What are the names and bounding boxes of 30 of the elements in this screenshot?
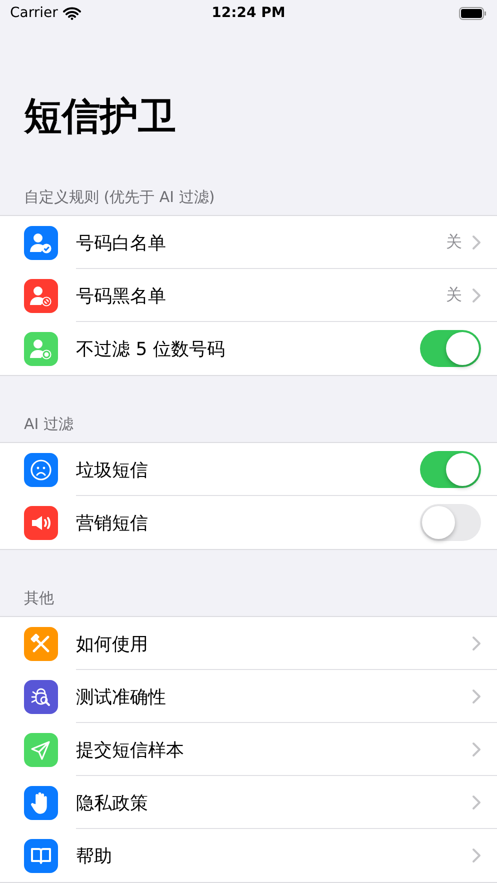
chevron-icon — [472, 288, 481, 303]
row-label[interactable]: 测试准确性 — [76, 684, 472, 708]
row-label[interactable]: 隐私政策 — [76, 790, 472, 814]
wifi-icon — [62, 6, 81, 20]
row-label[interactable]: 提交短信样本 — [76, 738, 472, 762]
row-label[interactable]: 如何使用 — [76, 632, 472, 656]
row-value: 关 — [446, 232, 462, 253]
row-label[interactable]: 垃圾短信 — [76, 458, 420, 482]
chevron-icon — [472, 742, 481, 757]
page-title: 短信护卫 — [24, 93, 176, 140]
row-label[interactable]: 营销短信 — [76, 510, 420, 534]
row-label[interactable]: 不过滤 5 位数号码 — [76, 336, 420, 360]
section-header: 自定义规则 (优先于 AI 过滤) — [24, 188, 215, 207]
toggle-switch[interactable] — [420, 451, 481, 488]
toggle-switch[interactable] — [420, 330, 481, 367]
row-label[interactable]: 号码白名单 — [76, 230, 446, 254]
battery-icon — [459, 6, 487, 20]
toggle-switch[interactable] — [420, 504, 481, 541]
row-label[interactable]: 帮助 — [76, 844, 472, 868]
row-value: 关 — [446, 285, 462, 306]
chevron-icon — [472, 795, 481, 810]
chevron-icon — [472, 848, 481, 863]
carrier-name: Carrier — [10, 5, 58, 21]
section-header: 其他 — [24, 589, 54, 608]
chevron-icon — [472, 636, 481, 651]
status-time: 12:24 PM — [212, 5, 286, 21]
section-header: AI 过滤 — [24, 415, 74, 434]
chevron-icon — [472, 235, 481, 250]
row-label[interactable]: 号码黑名单 — [76, 284, 446, 308]
chevron-icon — [472, 689, 481, 704]
